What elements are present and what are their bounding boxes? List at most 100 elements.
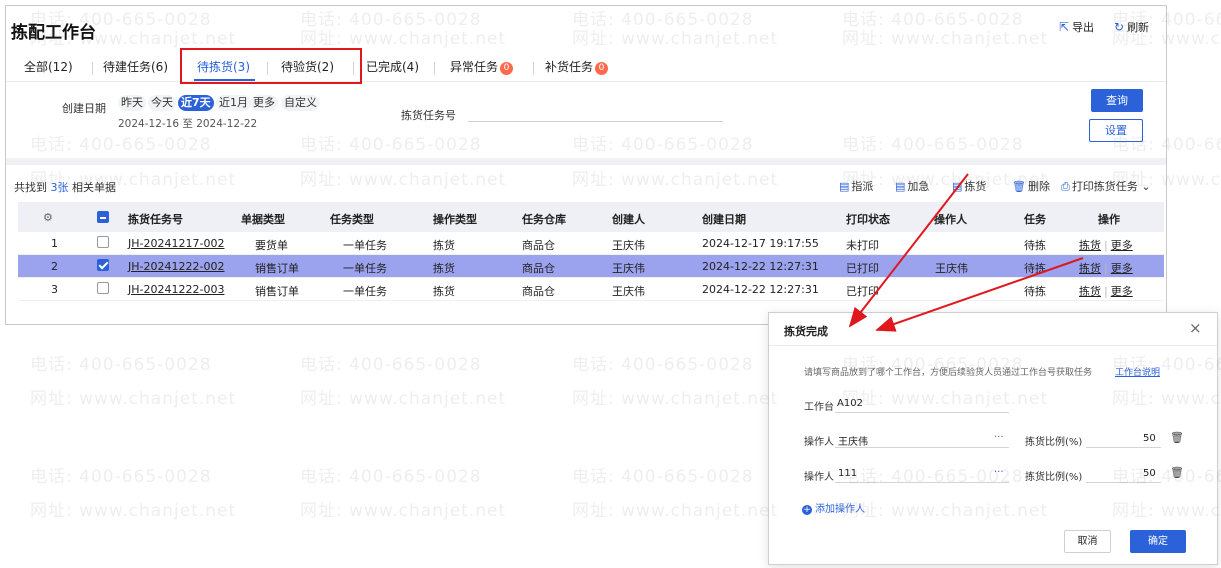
row-pick-link[interactable]: 拣货 <box>1079 285 1101 298</box>
row-index: 3 <box>51 283 58 296</box>
operator-2-input[interactable]: 111 <box>838 468 857 479</box>
cancel-button[interactable]: 取消 <box>1064 530 1111 553</box>
tab-all[interactable]: 全部(12) <box>24 58 73 75</box>
operator-1-picker-icon[interactable]: ··· <box>994 432 1004 443</box>
tab-divider <box>533 62 534 75</box>
ratio-2-input[interactable]: 50 <box>1143 468 1156 479</box>
row-checkbox[interactable] <box>97 282 109 294</box>
row-index: 1 <box>51 237 58 250</box>
date-chip-more[interactable]: 更多 <box>250 95 278 111</box>
ratio-2-underline <box>1086 482 1161 483</box>
plus-icon: + <box>802 505 812 515</box>
tab-exception[interactable]: 异常任务 0 <box>450 58 514 75</box>
workbench-input[interactable]: A102 <box>837 398 863 409</box>
date-chip-today[interactable]: 今天 <box>148 95 176 111</box>
row-actions-divider: | <box>1104 285 1108 298</box>
row-more-link[interactable]: 更多 <box>1111 285 1133 298</box>
table-row[interactable]: 2 JH-20241222-002 销售订单 一单任务 拣货 商品仓 王庆伟 2024-12-… <box>18 255 1164 278</box>
delete-button[interactable]: 🗑 删除 <box>1012 178 1050 194</box>
tab-replenish[interactable]: 补货任务 0 <box>545 58 609 75</box>
col-created: 创建日期 <box>702 213 746 226</box>
table-row[interactable]: 1 JH-20241217-002 要货单 一单任务 拣货 商品仓 王庆伟 2024-12-1… <box>18 232 1164 255</box>
result-suffix: 相关单据 <box>72 181 116 194</box>
row-pick-link[interactable]: 拣货 <box>1079 262 1101 275</box>
export-button[interactable]: ⇱ 导出 <box>1059 19 1094 35</box>
print-pick-task-button[interactable]: ⎙ 打印拣货任务 ⌄ <box>1061 178 1151 194</box>
settings-button[interactable]: 设置 <box>1089 119 1143 142</box>
row-task-state: 待拣 <box>1024 285 1046 298</box>
header: 拣配工作台 ⇱ 导出 ↻ 刷新 <box>6 6 1166 48</box>
add-operator-button[interactable]: + 添加操作人 <box>802 500 865 515</box>
row-task-state: 待拣 <box>1024 239 1046 252</box>
pick-button[interactable]: ▤ 拣货 <box>952 178 986 194</box>
assign-button[interactable]: ▤ 指派 <box>839 178 873 194</box>
date-chip-last-month[interactable]: 近1月 <box>216 95 251 111</box>
tab-completed[interactable]: 已完成(4) <box>366 58 419 75</box>
print-label: 打印拣货任务 <box>1071 180 1138 193</box>
result-prefix: 共找到 <box>14 181 47 194</box>
tab-divider <box>92 62 93 75</box>
row-creator: 王庆伟 <box>612 285 645 298</box>
remove-operator-2-trash-icon[interactable]: 🗑 <box>1170 466 1184 479</box>
row-task-no[interactable]: JH-20241222-003 <box>128 283 224 296</box>
replenish-count-badge: 0 <box>595 62 609 75</box>
list-toolbar: 共找到 3张 相关单据 ▤ 指派 ▤ 加急 ▤ 拣货 🗑 删除 ⎙ 打印拣货任务 ⌄ <box>6 171 1166 201</box>
date-chip-yesterday[interactable]: 昨天 <box>118 95 146 111</box>
row-checkbox[interactable] <box>97 236 109 248</box>
col-actions: 操作 <box>1098 213 1120 226</box>
table-row[interactable]: 3 JH-20241222-003 销售订单 一单任务 拣货 商品仓 王庆伟 2024-12-… <box>18 278 1164 301</box>
row-task-no[interactable]: JH-20241217-002 <box>128 237 224 250</box>
row-task-type: 一单任务 <box>343 262 387 275</box>
confirm-button[interactable]: 确定 <box>1130 530 1186 553</box>
add-operator-label: 添加操作人 <box>815 504 865 515</box>
watermark-phone: 电话: 400-665-0028 <box>572 467 754 487</box>
row-more-link[interactable]: 更多 <box>1111 262 1133 275</box>
row-task-type: 一单任务 <box>343 285 387 298</box>
row-pick-link[interactable]: 拣货 <box>1079 239 1101 252</box>
row-index: 2 <box>51 260 58 273</box>
row-print-status: 已打印 <box>846 285 879 298</box>
row-op-type: 拣货 <box>433 239 455 252</box>
date-chip-last-7-days[interactable]: 近7天 <box>178 95 214 111</box>
col-warehouse: 任务仓库 <box>522 213 566 226</box>
refresh-button[interactable]: ↻ 刷新 <box>1114 19 1149 35</box>
watermark-phone: 电话: 400-665-0028 <box>300 467 482 487</box>
row-more-link[interactable]: 更多 <box>1111 239 1133 252</box>
row-doc-type: 销售订单 <box>255 262 299 275</box>
operator-1-input[interactable]: 王庆伟 <box>838 433 868 448</box>
pick-complete-dialog: 拣货完成 × 请填写商品放到了哪个工作台，方便后续验货人员通过工作台号获取任务 … <box>768 312 1218 565</box>
row-actions: 拣货 | 更多 <box>1079 260 1133 276</box>
row-checkbox[interactable] <box>97 259 109 271</box>
remove-operator-1-trash-icon[interactable]: 🗑 <box>1170 431 1184 444</box>
select-all-checkbox[interactable] <box>97 211 109 223</box>
result-count: 共找到 3张 相关单据 <box>14 179 116 195</box>
col-operator: 操作人 <box>934 213 967 226</box>
col-op-type: 操作类型 <box>433 213 477 226</box>
col-doc-type: 单据类型 <box>241 213 285 226</box>
col-task-type: 任务类型 <box>330 213 374 226</box>
row-doc-type: 要货单 <box>255 239 288 252</box>
watermark-phone: 电话: 400-665-0028 <box>300 355 482 375</box>
delete-label: 删除 <box>1027 180 1050 193</box>
col-creator: 创建人 <box>612 213 645 226</box>
row-task-no[interactable]: JH-20241222-002 <box>128 260 224 273</box>
watermark-phone: 电话: 400-665-0028 <box>30 355 212 375</box>
ratio-1-input[interactable]: 50 <box>1143 433 1156 444</box>
operator-2-underline <box>835 482 1009 483</box>
search-button[interactable]: 查询 <box>1091 89 1143 112</box>
column-settings-icon[interactable]: ⚙ <box>43 211 53 224</box>
tab-pending-create[interactable]: 待建任务(6) <box>103 58 168 75</box>
urgent-button[interactable]: ▤ 加急 <box>895 178 929 194</box>
workbench-underline <box>835 412 1009 413</box>
date-chip-custom[interactable]: 自定义 <box>281 95 320 111</box>
row-warehouse: 商品仓 <box>522 285 555 298</box>
pick-icon: ▤ <box>952 180 963 193</box>
filter-panel: 创建日期 昨天 今天 近7天 近1月 更多 自定义 2024-12-16 至 2… <box>6 86 1166 164</box>
printer-icon: ⎙ <box>1061 180 1070 193</box>
operator-2-picker-icon[interactable]: ··· <box>994 467 1004 478</box>
workbench-help-link[interactable]: 工作台说明 <box>1115 365 1160 378</box>
row-warehouse: 商品仓 <box>522 262 555 275</box>
row-creator: 王庆伟 <box>612 262 645 275</box>
close-icon[interactable]: × <box>1189 319 1202 337</box>
task-no-input[interactable] <box>468 106 723 122</box>
